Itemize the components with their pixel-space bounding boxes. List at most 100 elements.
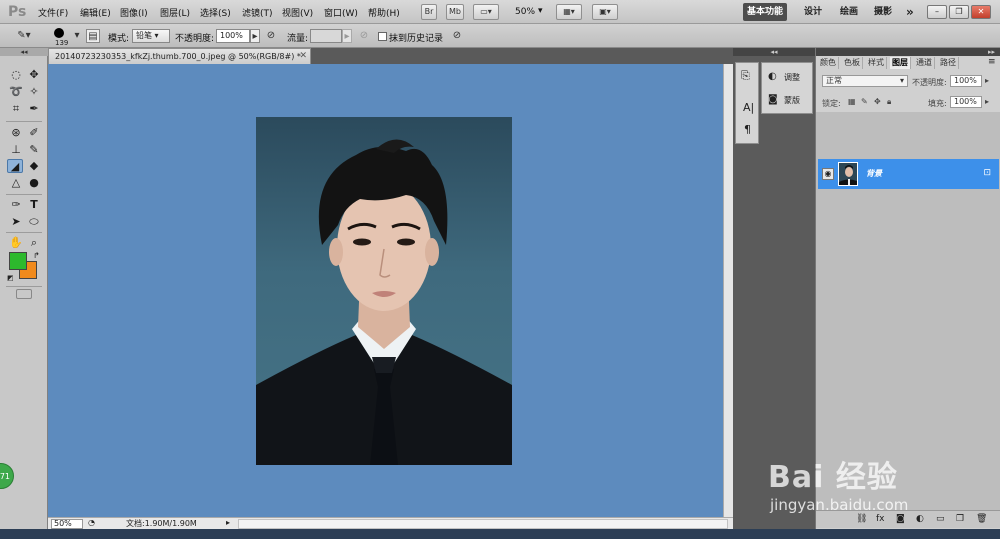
opacity-slider-arrow-icon[interactable]: ▸ xyxy=(250,29,260,43)
eyedropper-tool-icon[interactable]: ✒ xyxy=(26,102,42,116)
blend-mode-dropdown[interactable]: 正常 ▾ xyxy=(822,75,908,87)
layer-row-background[interactable]: ◉ 背景 ⊡ xyxy=(818,159,999,189)
brush-dropdown-arrow-icon[interactable]: ▾ xyxy=(70,29,84,43)
pencil-preset-icon[interactable]: ✎▾ xyxy=(12,29,36,43)
lock-position-icon[interactable]: ✥ xyxy=(874,97,881,106)
tab-color[interactable]: 颜色 xyxy=(818,57,839,69)
panel-menu-icon[interactable]: ≡ xyxy=(988,57,996,67)
opacity-input[interactable]: 100% xyxy=(216,29,250,43)
fill-input[interactable]: 100% xyxy=(950,96,982,108)
view-extras-button[interactable]: ▭▾ xyxy=(473,4,499,20)
history-checkbox-label: 抹到历史记录 xyxy=(389,34,444,44)
paint-bucket-tool-icon[interactable]: ◆ xyxy=(26,159,42,173)
history-brush-tool-icon[interactable]: ✎ xyxy=(26,143,42,157)
menu-view[interactable]: 视图(V) xyxy=(282,6,313,19)
workspace-more-button[interactable]: » xyxy=(902,3,918,21)
brush-size-label: 139 xyxy=(55,39,69,47)
menu-window[interactable]: 窗口(W) xyxy=(324,6,358,19)
workspace-design[interactable]: 设计 xyxy=(800,3,826,21)
tab-swatches[interactable]: 色板 xyxy=(842,57,863,69)
workspace-essentials[interactable]: 基本功能 xyxy=(743,3,788,21)
minimize-button[interactable]: – xyxy=(927,5,947,19)
menu-bar: Ps 文件(F) 编辑(E) 图像(I) 图层(L) 选择(S) 滤镜(T) 视… xyxy=(0,0,1000,24)
clone-stamp-tool-icon[interactable]: ⊥ xyxy=(8,143,24,157)
dock-expand-icon[interactable]: ◂◂ xyxy=(733,48,815,56)
tab-styles[interactable]: 样式 xyxy=(866,57,887,69)
crop-tool-icon[interactable]: ⌗ xyxy=(8,102,24,116)
paragraph-panel-icon[interactable]: ¶ xyxy=(744,123,751,136)
bridge-button[interactable]: Br xyxy=(421,4,437,20)
swap-colors-icon[interactable]: ↱ xyxy=(33,251,40,260)
workspace-painting[interactable]: 绘画 xyxy=(836,3,862,21)
pen-tool-icon[interactable]: ✑ xyxy=(8,198,24,212)
path-selection-tool-icon[interactable]: ➤ xyxy=(8,215,24,229)
quick-mask-icon[interactable] xyxy=(16,289,32,299)
type-tool-icon[interactable]: T xyxy=(26,198,42,212)
masks-icon[interactable]: ◙ xyxy=(768,94,778,105)
status-menu-arrow-icon[interactable]: ▸ xyxy=(226,518,230,527)
layer-opacity-input[interactable]: 100% xyxy=(950,75,982,87)
masks-label[interactable]: 蒙版 xyxy=(784,95,800,106)
zoom-level-dropdown[interactable]: 50% xyxy=(515,7,535,17)
marquee-tool-icon[interactable]: ◌ xyxy=(8,68,24,82)
restore-button[interactable]: ❐ xyxy=(949,5,969,19)
shape-tool-icon[interactable]: ⬭ xyxy=(26,215,42,229)
document-tab[interactable]: 20140723230353_kfkZj.thumb.700_0.jpeg @ … xyxy=(48,48,311,64)
menu-image[interactable]: 图像(I) xyxy=(120,6,148,19)
status-zoom-input[interactable]: 50% xyxy=(51,519,83,529)
tab-layers[interactable]: 图层 xyxy=(890,57,911,69)
pressure-size-icon[interactable]: ⊘ xyxy=(450,29,464,43)
vertical-scrollbar[interactable] xyxy=(723,64,733,517)
foreground-color-swatch[interactable] xyxy=(9,252,27,270)
mode-dropdown[interactable]: 铅笔 ▾ xyxy=(132,29,170,43)
brush-panel-toggle-icon[interactable]: ▤ xyxy=(86,29,100,43)
menu-edit[interactable]: 编辑(E) xyxy=(80,6,111,19)
character-panel-icon[interactable]: A| xyxy=(743,101,754,114)
tab-channels[interactable]: 通道 xyxy=(914,57,935,69)
mini-bridge-button[interactable]: Mb xyxy=(446,4,464,20)
dodge-tool-icon[interactable]: ● xyxy=(26,176,42,190)
menu-help[interactable]: 帮助(H) xyxy=(368,6,400,19)
portrait-photo[interactable] xyxy=(256,117,512,465)
default-colors-icon[interactable]: ◩ xyxy=(7,274,14,282)
adjustments-icon[interactable]: ◐ xyxy=(768,71,777,82)
pressure-opacity-icon[interactable]: ⊘ xyxy=(264,29,278,43)
lock-image-icon[interactable]: ✎ xyxy=(861,97,868,106)
flow-slider-arrow-icon[interactable]: ▸ xyxy=(342,29,352,43)
quick-selection-tool-icon[interactable]: ✧ xyxy=(26,85,42,99)
zoom-dropdown-arrow-icon[interactable]: ▾ xyxy=(538,6,543,16)
tools-panel-collapse-icon[interactable]: ◂◂ xyxy=(0,48,48,56)
workspace-photography[interactable]: 摄影 xyxy=(870,3,896,21)
layer-name[interactable]: 背景 xyxy=(866,168,882,179)
history-panel-icon[interactable]: ⎘ xyxy=(741,69,750,83)
screen-mode-button[interactable]: ▣▾ xyxy=(592,4,618,20)
lock-all-icon[interactable]: 🔒︎ xyxy=(887,97,891,107)
menu-file[interactable]: 文件(F) xyxy=(38,6,68,19)
fill-arrow-icon[interactable]: ▸ xyxy=(985,97,989,106)
menu-layer[interactable]: 图层(L) xyxy=(160,6,190,19)
horizontal-scrollbar[interactable] xyxy=(238,519,728,529)
tab-paths[interactable]: 路径 xyxy=(938,57,959,69)
menu-filter[interactable]: 滤镜(T) xyxy=(242,6,273,19)
panel-collapse-icon[interactable]: ▸▸ xyxy=(816,48,1000,56)
adjustments-label[interactable]: 调整 xyxy=(784,72,800,83)
move-tool-icon[interactable]: ✥ xyxy=(26,68,42,82)
spot-healing-tool-icon[interactable]: ⊛ xyxy=(8,126,24,140)
close-document-icon[interactable]: ✕ xyxy=(299,49,307,64)
layer-visibility-eye-icon[interactable]: ◉ xyxy=(822,168,834,180)
menu-select[interactable]: 选择(S) xyxy=(200,6,231,19)
flow-input[interactable] xyxy=(310,29,342,43)
history-checkbox[interactable] xyxy=(378,32,387,41)
zoom-tool-icon[interactable]: ⌕ xyxy=(26,236,42,250)
lasso-tool-icon[interactable]: ➰ xyxy=(8,85,24,99)
brush-tool-icon[interactable]: ✐ xyxy=(26,126,42,140)
status-options-icon[interactable]: ◔ xyxy=(88,518,95,527)
lock-transparent-icon[interactable]: ▦ xyxy=(848,97,856,106)
arrange-documents-button[interactable]: ▦▾ xyxy=(556,4,582,20)
eraser-tool-icon[interactable]: ◢ xyxy=(7,159,23,173)
hand-tool-icon[interactable]: ✋ xyxy=(8,236,24,250)
close-button[interactable]: ✕ xyxy=(971,5,991,19)
airbrush-icon[interactable]: ⊘ xyxy=(357,29,371,43)
layer-opacity-arrow-icon[interactable]: ▸ xyxy=(985,76,989,85)
blur-tool-icon[interactable]: △ xyxy=(8,176,24,190)
